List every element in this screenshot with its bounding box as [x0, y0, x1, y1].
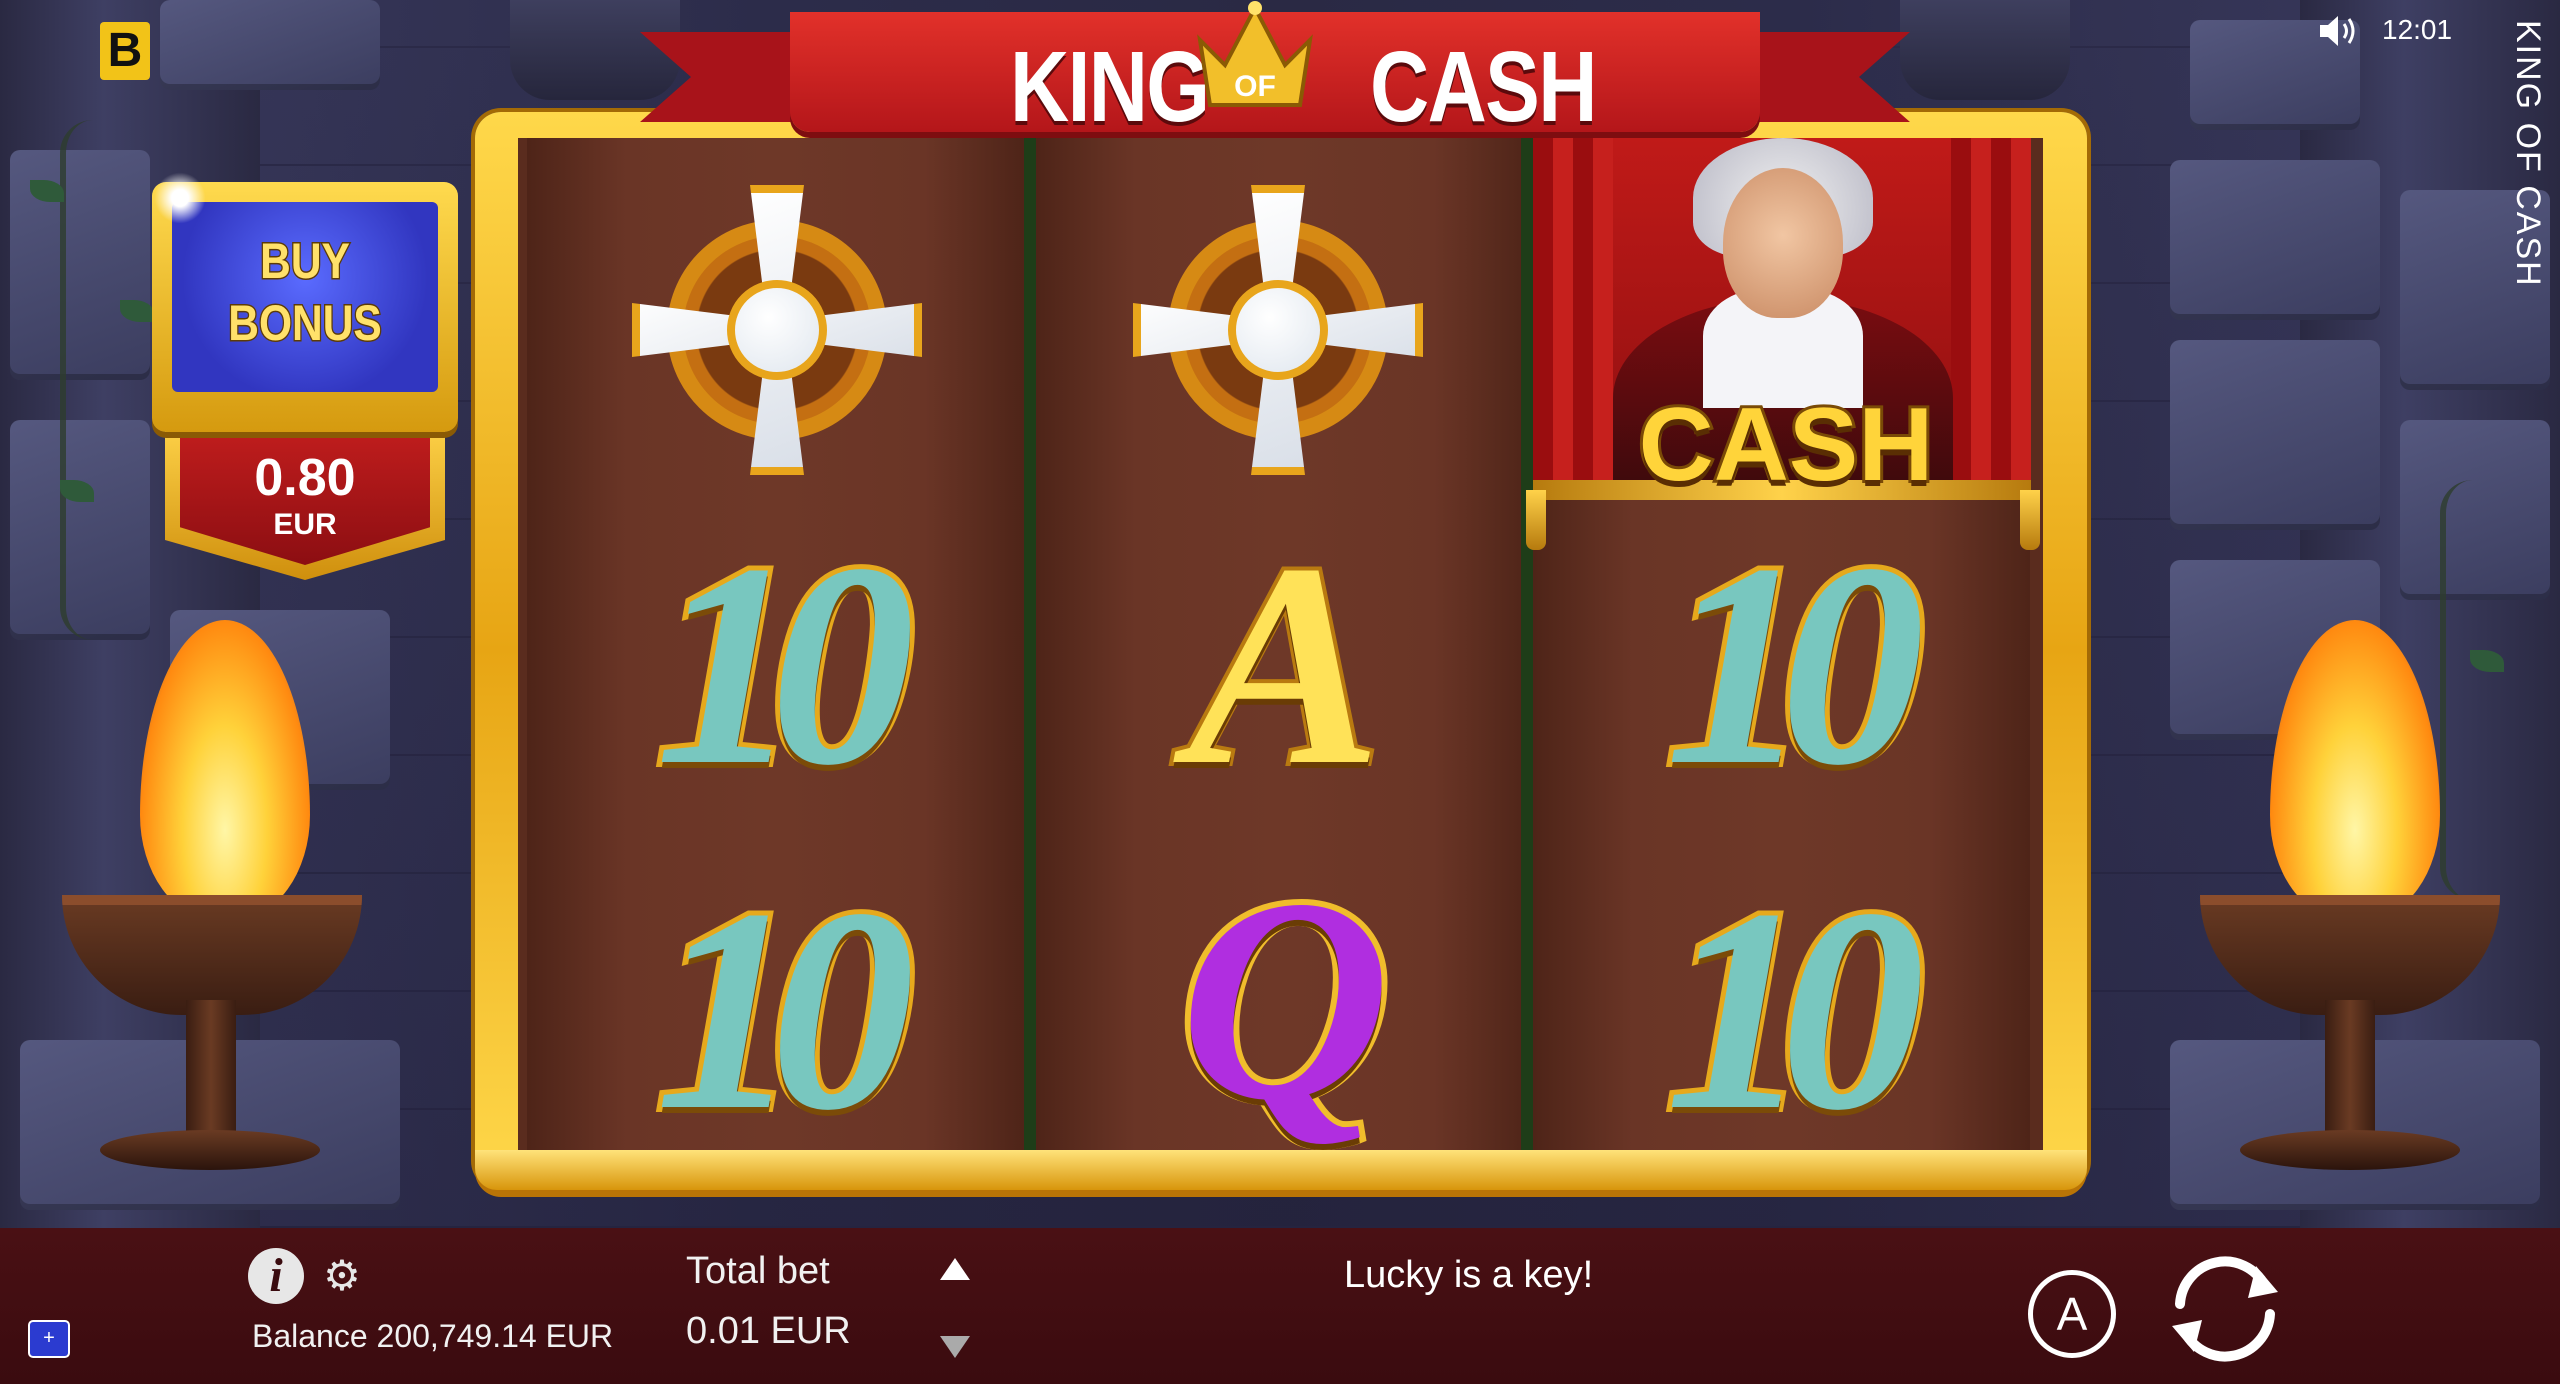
order-cross-symbol — [627, 180, 927, 480]
torch-base — [2240, 1130, 2460, 1170]
spin-icon[interactable] — [2160, 1244, 2290, 1374]
title-of: OF — [1234, 70, 1276, 103]
tassel — [1526, 490, 1546, 550]
speaker-icon[interactable] — [2318, 14, 2360, 48]
cross-center — [1228, 280, 1328, 380]
bonus-currency[interactable]: EUR — [180, 508, 430, 542]
stone-brick — [160, 0, 380, 90]
ten-symbol: 10 — [650, 504, 920, 825]
sparkle-icon — [150, 168, 210, 228]
ace-symbol: A — [1184, 504, 1385, 825]
autoplay-button[interactable]: A — [2028, 1270, 2116, 1358]
buy-bonus-line2: BONUS — [227, 294, 383, 353]
ribbon-end-right — [1740, 32, 1910, 122]
buy-bonus-label[interactable]: BUY BONUS — [192, 230, 418, 354]
ten-symbol: 10 — [1660, 849, 1930, 1170]
balance-text: Balance 200,749.14 EUR — [252, 1318, 614, 1354]
order-cross-symbol — [1128, 180, 1428, 480]
torch-stem — [186, 1000, 236, 1150]
plus-icon[interactable]: + — [28, 1320, 70, 1358]
king-face — [1723, 168, 1843, 318]
reel-divider — [1521, 138, 1533, 1173]
reel-frame-bottom — [475, 1150, 2087, 1190]
title-cash: CASH — [1370, 31, 1597, 143]
gear-icon[interactable]: ⚙ — [320, 1254, 364, 1298]
ribbon-end-left — [640, 32, 810, 122]
crown-icon: OF — [1197, 1, 1313, 107]
vine — [2440, 480, 2506, 900]
cash-label: CASH — [1636, 387, 1937, 503]
buy-bonus-line1: BUY — [259, 232, 351, 291]
status-message: Lucky is a key! — [1344, 1254, 1594, 1296]
cross-center — [727, 280, 827, 380]
vine — [60, 120, 126, 640]
brand-logo: B — [100, 22, 150, 80]
stone-brick — [2170, 340, 2380, 530]
total-bet-label: Total bet — [686, 1250, 830, 1292]
reel-divider — [1024, 138, 1036, 1173]
tassel — [2020, 490, 2040, 550]
torch-base — [100, 1130, 320, 1170]
ten-symbol: 10 — [650, 849, 920, 1170]
bet-decrease-icon[interactable] — [940, 1336, 970, 1358]
info-icon[interactable]: i — [248, 1248, 304, 1304]
ten-symbol: 10 — [1660, 504, 1930, 825]
title-king: KING — [1010, 31, 1210, 143]
lion-statue — [1900, 0, 2070, 100]
bet-increase-icon[interactable] — [940, 1258, 970, 1280]
total-bet-value: 0.01 EUR — [686, 1310, 851, 1352]
torch-stem — [2325, 1000, 2375, 1150]
queen-symbol: Q — [1174, 839, 1395, 1160]
bonus-price[interactable]: 0.80 — [180, 448, 430, 508]
vertical-game-title: KING OF CASH — [2509, 20, 2547, 288]
stone-brick — [2170, 160, 2380, 320]
clock: 12:01 — [2382, 14, 2453, 45]
